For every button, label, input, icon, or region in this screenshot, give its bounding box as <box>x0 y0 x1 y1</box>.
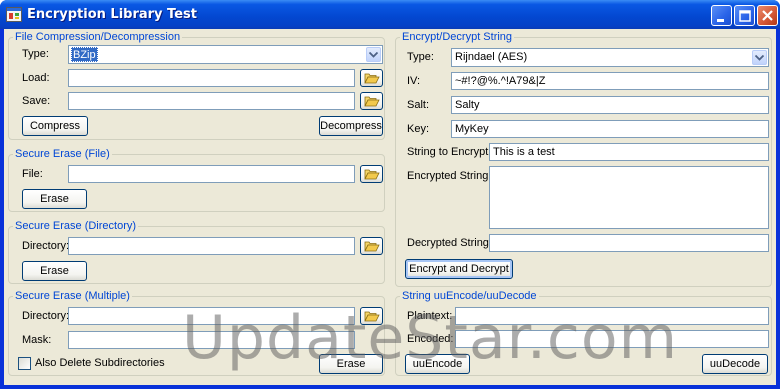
file-compression-group: File Compression/Decompression Type: BZi… <box>8 31 385 140</box>
minimize-button[interactable] <box>711 5 732 26</box>
group-label: Secure Erase (Directory) <box>13 220 139 232</box>
erase-multiple-button[interactable]: Erase <box>319 354 383 374</box>
delete-subdirectories-checkbox[interactable] <box>18 357 31 370</box>
type-label: Type: <box>407 51 434 63</box>
decompress-button[interactable]: Decompress <box>319 116 383 136</box>
save-label: Save: <box>22 95 51 107</box>
erase-directory-browse-button[interactable] <box>360 237 383 255</box>
folder-open-icon <box>364 96 380 107</box>
folder-open-icon <box>364 311 380 322</box>
secure-erase-multiple-group: Secure Erase (Multiple) Directory: Mask:… <box>8 290 385 376</box>
chevron-down-icon[interactable] <box>752 50 767 65</box>
directory-label: Directory: <box>22 310 70 322</box>
secure-erase-directory-group: Secure Erase (Directory) Directory: Eras… <box>8 220 385 284</box>
type-label: Type: <box>22 48 49 60</box>
client-area: File Compression/Decompression Type: BZi… <box>4 29 776 385</box>
mask-label: Mask: <box>22 334 52 346</box>
encryption-type-select[interactable]: Rijndael (AES) <box>451 48 769 67</box>
string-to-encrypt-input[interactable]: This is a test <box>489 143 769 161</box>
close-icon <box>762 10 773 21</box>
compression-type-value: BZip <box>71 47 98 62</box>
minimize-icon <box>717 19 724 22</box>
encoded-label: Encoded: <box>407 333 454 345</box>
secure-erase-file-group: Secure Erase (File) File: Erase <box>8 148 385 212</box>
uuencode-group: String uuEncode/uuDecode Plaintext: Enco… <box>395 290 772 376</box>
file-label: File: <box>22 168 43 180</box>
multi-directory-browse-button[interactable] <box>360 307 383 325</box>
plaintext-label: Plaintext: <box>407 310 453 322</box>
load-path-input[interactable] <box>68 69 355 87</box>
app-window: Encryption Library Test File Compression… <box>0 0 780 389</box>
erase-file-browse-button[interactable] <box>360 165 383 183</box>
window-title: Encryption Library Test <box>27 7 197 22</box>
save-browse-button[interactable] <box>360 92 383 110</box>
load-label: Load: <box>22 72 50 84</box>
erase-file-button[interactable]: Erase <box>22 189 87 209</box>
compression-type-select[interactable]: BZip <box>68 45 383 64</box>
window-border-bottom <box>0 385 780 389</box>
decrypted-string-label: Decrypted String: <box>407 237 492 249</box>
erase-file-input[interactable] <box>68 165 355 183</box>
group-label: Encrypt/Decrypt String <box>400 31 515 43</box>
iv-input[interactable]: ~#!?@%.^!A79&|Z <box>451 72 769 90</box>
encrypted-string-label: Encrypted String: <box>407 170 492 182</box>
maximize-icon <box>739 10 751 22</box>
encrypt-and-decrypt-button[interactable]: Encrypt and Decrypt <box>405 259 513 279</box>
erase-directory-button[interactable]: Erase <box>22 261 87 281</box>
folder-open-icon <box>364 169 380 180</box>
salt-input[interactable]: Salty <box>451 96 769 114</box>
iv-label: IV: <box>407 75 421 87</box>
mask-input[interactable] <box>68 331 355 349</box>
encoded-input[interactable] <box>455 330 769 348</box>
uuencode-button[interactable]: uuEncode <box>405 354 470 374</box>
folder-open-icon <box>364 73 380 84</box>
title-bar[interactable]: Encryption Library Test <box>0 0 780 29</box>
group-label: Secure Erase (File) <box>13 148 112 160</box>
compress-button[interactable]: Compress <box>22 116 88 136</box>
save-path-input[interactable] <box>68 92 355 110</box>
decrypted-string-input[interactable] <box>489 234 769 252</box>
key-label: Key: <box>407 123 430 135</box>
window-border-right <box>776 29 780 389</box>
directory-label: Directory: <box>22 240 70 252</box>
erase-directory-input[interactable] <box>68 237 355 255</box>
chevron-down-icon[interactable] <box>366 47 381 62</box>
encrypt-decrypt-group: Encrypt/Decrypt String Type: Rijndael (A… <box>395 31 772 287</box>
salt-label: Salt: <box>407 99 430 111</box>
encrypted-string-textarea[interactable] <box>489 166 769 229</box>
group-label: String uuEncode/uuDecode <box>400 290 539 302</box>
close-button[interactable] <box>757 5 778 26</box>
load-browse-button[interactable] <box>360 69 383 87</box>
encryption-type-value: Rijndael (AES) <box>455 51 528 63</box>
key-input[interactable]: MyKey <box>451 120 769 138</box>
string-to-encrypt-label: String to Encrypt: <box>407 146 492 158</box>
group-label: Secure Erase (Multiple) <box>13 290 132 302</box>
maximize-button[interactable] <box>734 5 755 26</box>
group-label: File Compression/Decompression <box>13 31 183 43</box>
app-icon <box>6 7 22 22</box>
plaintext-input[interactable] <box>455 307 769 325</box>
delete-subdirectories-label[interactable]: Also Delete Subdirectories <box>35 357 165 369</box>
multi-directory-input[interactable] <box>68 307 355 325</box>
uudecode-button[interactable]: uuDecode <box>702 354 768 374</box>
folder-open-icon <box>364 241 380 252</box>
